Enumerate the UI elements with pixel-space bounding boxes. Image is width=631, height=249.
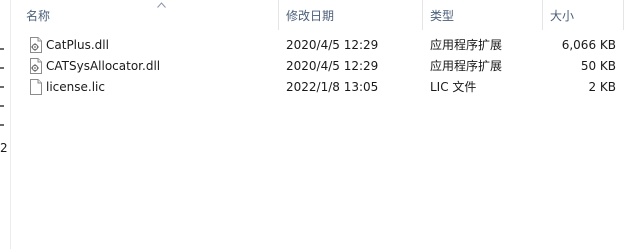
file-list: CatPlus.dll 2020/4/5 12:29 应用程序扩展 6,066 … <box>11 35 631 98</box>
file-type: LIC 文件 <box>430 80 477 94</box>
file-size: 6,066 KB <box>561 38 616 52</box>
file-size: 50 KB <box>580 59 616 73</box>
navigation-pane-edge[interactable]: 2 <box>0 0 10 249</box>
file-modified-date: 2020/4/5 12:29 <box>286 59 379 73</box>
column-divider[interactable] <box>422 0 423 30</box>
nav-tree-marker <box>0 124 4 126</box>
nav-truncated-label: 2 <box>0 141 8 155</box>
nav-tree-marker <box>0 86 4 88</box>
nav-tree-marker <box>0 67 4 69</box>
column-divider[interactable] <box>623 0 624 30</box>
column-divider[interactable] <box>278 0 279 30</box>
column-header-size[interactable]: 大小 <box>550 8 574 24</box>
column-header-date[interactable]: 修改日期 <box>286 8 334 24</box>
nav-tree-marker <box>0 105 4 107</box>
file-modified-date: 2020/4/5 12:29 <box>286 38 379 52</box>
file-name[interactable]: license.lic <box>46 77 105 98</box>
blank-file-icon <box>30 79 42 95</box>
file-row[interactable]: license.lic 2022/1/8 13:05 LIC 文件 2 KB <box>11 77 631 98</box>
file-name[interactable]: CatPlus.dll <box>46 35 109 56</box>
column-header-row: 名称 修改日期 类型 大小 <box>11 0 631 30</box>
file-row[interactable]: CatPlus.dll 2020/4/5 12:29 应用程序扩展 6,066 … <box>11 35 631 56</box>
file-size: 2 KB <box>588 80 616 94</box>
file-name[interactable]: CATSysAllocator.dll <box>46 56 160 77</box>
dll-file-icon <box>30 58 42 74</box>
file-type: 应用程序扩展 <box>430 59 503 73</box>
column-header-name[interactable]: 名称 <box>26 8 50 24</box>
file-type: 应用程序扩展 <box>430 38 503 52</box>
nav-tree-marker <box>0 48 4 50</box>
column-divider[interactable] <box>542 0 543 30</box>
file-explorer: 2 名称 修改日期 类型 大小 CatPlus.dll 2020/4/5 12:… <box>0 0 631 249</box>
column-header-type[interactable]: 类型 <box>430 8 454 24</box>
sort-ascending-icon <box>157 2 166 8</box>
dll-file-icon <box>30 37 42 53</box>
file-modified-date: 2022/1/8 13:05 <box>286 80 379 94</box>
file-row[interactable]: CATSysAllocator.dll 2020/4/5 12:29 应用程序扩… <box>11 56 631 77</box>
